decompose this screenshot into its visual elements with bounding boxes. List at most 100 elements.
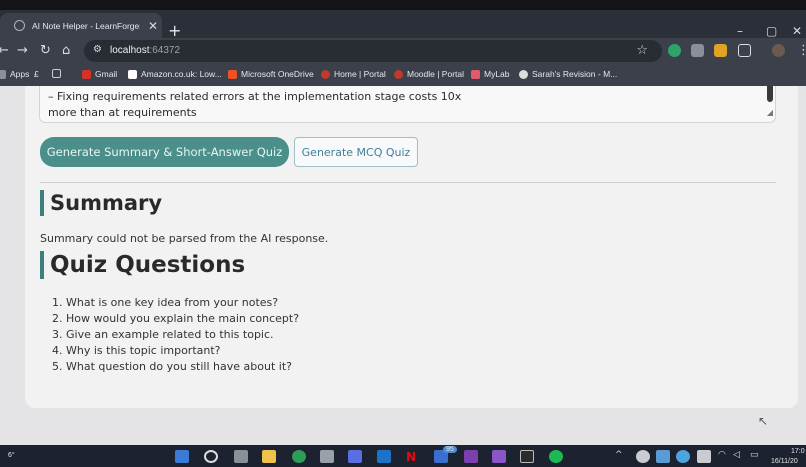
page-content: – Fixing requirements related errors at … (0, 86, 806, 445)
url-host: localhost (110, 45, 150, 56)
main-card: – Fixing requirements related errors at … (25, 86, 798, 408)
notes-line: – Fixing requirements related errors at … (48, 90, 462, 103)
summary-text: Summary could not be parsed from the AI … (40, 232, 329, 245)
address-bar[interactable]: ⚙ localhost:64372 ☆ (84, 40, 662, 62)
notification-badge: 95 (443, 446, 457, 453)
amazon-icon (128, 69, 137, 79)
tab-bar: AI Note Helper - LearnForgeLit ✕ + – ▢ ✕ (0, 10, 806, 39)
forward-icon[interactable]: → (17, 43, 28, 58)
quiz-question: 3. Give an example related to this topic… (52, 328, 274, 341)
grammarly-extension-icon[interactable] (668, 44, 681, 57)
extensions-puzzle-icon[interactable] (738, 44, 751, 57)
netflix-icon[interactable]: N (406, 450, 420, 464)
quiz-question: 4. Why is this topic important? (52, 344, 221, 357)
task-view-icon[interactable] (234, 450, 248, 463)
bookmark-label: £ (34, 69, 39, 79)
textarea-scrollbar[interactable] (767, 86, 773, 102)
microsoft-icon (228, 69, 237, 79)
search-icon[interactable] (204, 450, 218, 463)
extension-e-icon[interactable] (714, 44, 727, 57)
globe-icon (14, 20, 25, 31)
notes-textarea[interactable]: – Fixing requirements related errors at … (39, 86, 776, 123)
weather-temperature: 6° (8, 452, 15, 459)
top-strip (0, 0, 806, 10)
onenote-icon[interactable] (464, 450, 478, 463)
taskbar: 6° N 95 ^ ◠ ◁ ▭ 17:0 16/11/20 (0, 445, 806, 467)
back-icon[interactable]: ← (0, 43, 9, 58)
bookmark-star-icon[interactable]: ☆ (636, 43, 648, 58)
file-explorer-icon[interactable] (262, 450, 276, 463)
app-icon[interactable] (348, 450, 362, 463)
grid-icon (52, 69, 61, 78)
wifi-icon[interactable]: ◠ (718, 450, 732, 463)
windows-start-icon[interactable] (175, 450, 189, 463)
menu-dots-icon[interactable]: ⋮ (797, 43, 806, 58)
generate-mcq-button[interactable]: Generate MCQ Quiz (294, 137, 418, 167)
chrome-icon[interactable] (292, 450, 306, 463)
resize-handle-icon[interactable]: ◢ (767, 105, 773, 121)
bookmark-label: Home | Portal (334, 69, 386, 79)
bookmark-label: Amazon.co.uk: Low... (141, 69, 222, 79)
site-info-icon[interactable]: ⚙ (93, 44, 102, 55)
extension-icon[interactable] (691, 44, 704, 57)
bookmarks-bar: Apps £ Gmail Amazon.co.uk: Low... Micros… (0, 64, 806, 86)
bookmark-grid[interactable] (52, 69, 65, 78)
apps-grid-icon (0, 69, 6, 79)
bookmark-gmail[interactable]: Gmail (82, 69, 117, 79)
tray-icon[interactable] (656, 450, 670, 463)
mouse-cursor-icon: ↖ (758, 414, 769, 428)
onedrive-icon[interactable] (676, 450, 690, 463)
profile-avatar[interactable] (772, 44, 785, 57)
tab-ai-note-helper[interactable]: AI Note Helper - LearnForgeLit ✕ (0, 13, 162, 38)
bookmark-mylab[interactable]: MyLab (471, 69, 510, 79)
divider (40, 182, 776, 183)
summary-heading-text: Summary (50, 191, 163, 215)
tray-icon[interactable] (697, 450, 711, 463)
minimize-icon[interactable]: – (737, 24, 743, 38)
clock-date[interactable]: 16/11/20 (771, 458, 798, 465)
portal-icon (321, 69, 330, 79)
reload-icon[interactable]: ↻ (40, 43, 51, 58)
heading-accent-bar (40, 190, 44, 216)
calculator-icon[interactable] (320, 450, 334, 463)
bookmark-label: Sarah's Revision - M... (532, 69, 618, 79)
restore-icon[interactable]: ▢ (766, 24, 777, 38)
visual-studio-icon[interactable] (492, 450, 506, 463)
heading-accent-bar (40, 251, 44, 279)
volume-icon[interactable]: ◁ (733, 450, 747, 463)
bookmark-revision[interactable]: Sarah's Revision - M... (519, 69, 617, 79)
bookmark-apps[interactable]: Apps (0, 69, 29, 79)
tab-close-icon[interactable]: ✕ (148, 19, 158, 33)
quiz-heading-text: Quiz Questions (50, 252, 246, 278)
battery-icon[interactable]: ▭ (750, 450, 764, 463)
mylab-icon (471, 69, 480, 79)
close-window-icon[interactable]: ✕ (792, 24, 802, 38)
bookmark-pound[interactable]: £ (34, 69, 39, 79)
spotify-icon[interactable] (549, 450, 563, 463)
clock-time[interactable]: 17:0 (791, 448, 805, 455)
quiz-question: 5. What question do you still have about… (52, 360, 292, 373)
notes-line: more than at requirements (48, 106, 197, 119)
bookmark-label: Moodle | Portal (407, 69, 465, 79)
bookmark-label: Microsoft OneDrive (241, 69, 314, 79)
moodle-icon (394, 69, 403, 79)
quiz-heading: Quiz Questions (40, 251, 245, 279)
bookmark-onedrive[interactable]: Microsoft OneDrive (228, 69, 314, 79)
chevron-up-icon[interactable]: ^ (615, 450, 629, 463)
new-tab-button[interactable]: + (168, 23, 181, 39)
bookmark-amazon[interactable]: Amazon.co.uk: Low... (128, 69, 222, 79)
generate-summary-button[interactable]: Generate Summary & Short-Answer Quiz (40, 137, 289, 167)
tab-title: AI Note Helper - LearnForgeLit (32, 20, 140, 31)
tray-icon[interactable] (636, 450, 650, 463)
quiz-list: 1. What is one key idea from your notes?… (52, 295, 299, 375)
bookmark-moodle[interactable]: Moodle | Portal (394, 69, 464, 79)
bookmark-label: Apps (10, 69, 30, 79)
url-text: localhost:64372 (110, 45, 180, 56)
home-icon[interactable]: ⌂ (62, 43, 70, 58)
outlook-icon[interactable] (377, 450, 391, 463)
terminal-icon[interactable] (520, 450, 534, 463)
bookmark-label: MyLab (484, 69, 510, 79)
bookmark-label: Gmail (95, 69, 118, 79)
gmail-icon (82, 69, 91, 79)
bookmark-home-portal[interactable]: Home | Portal (321, 69, 386, 79)
